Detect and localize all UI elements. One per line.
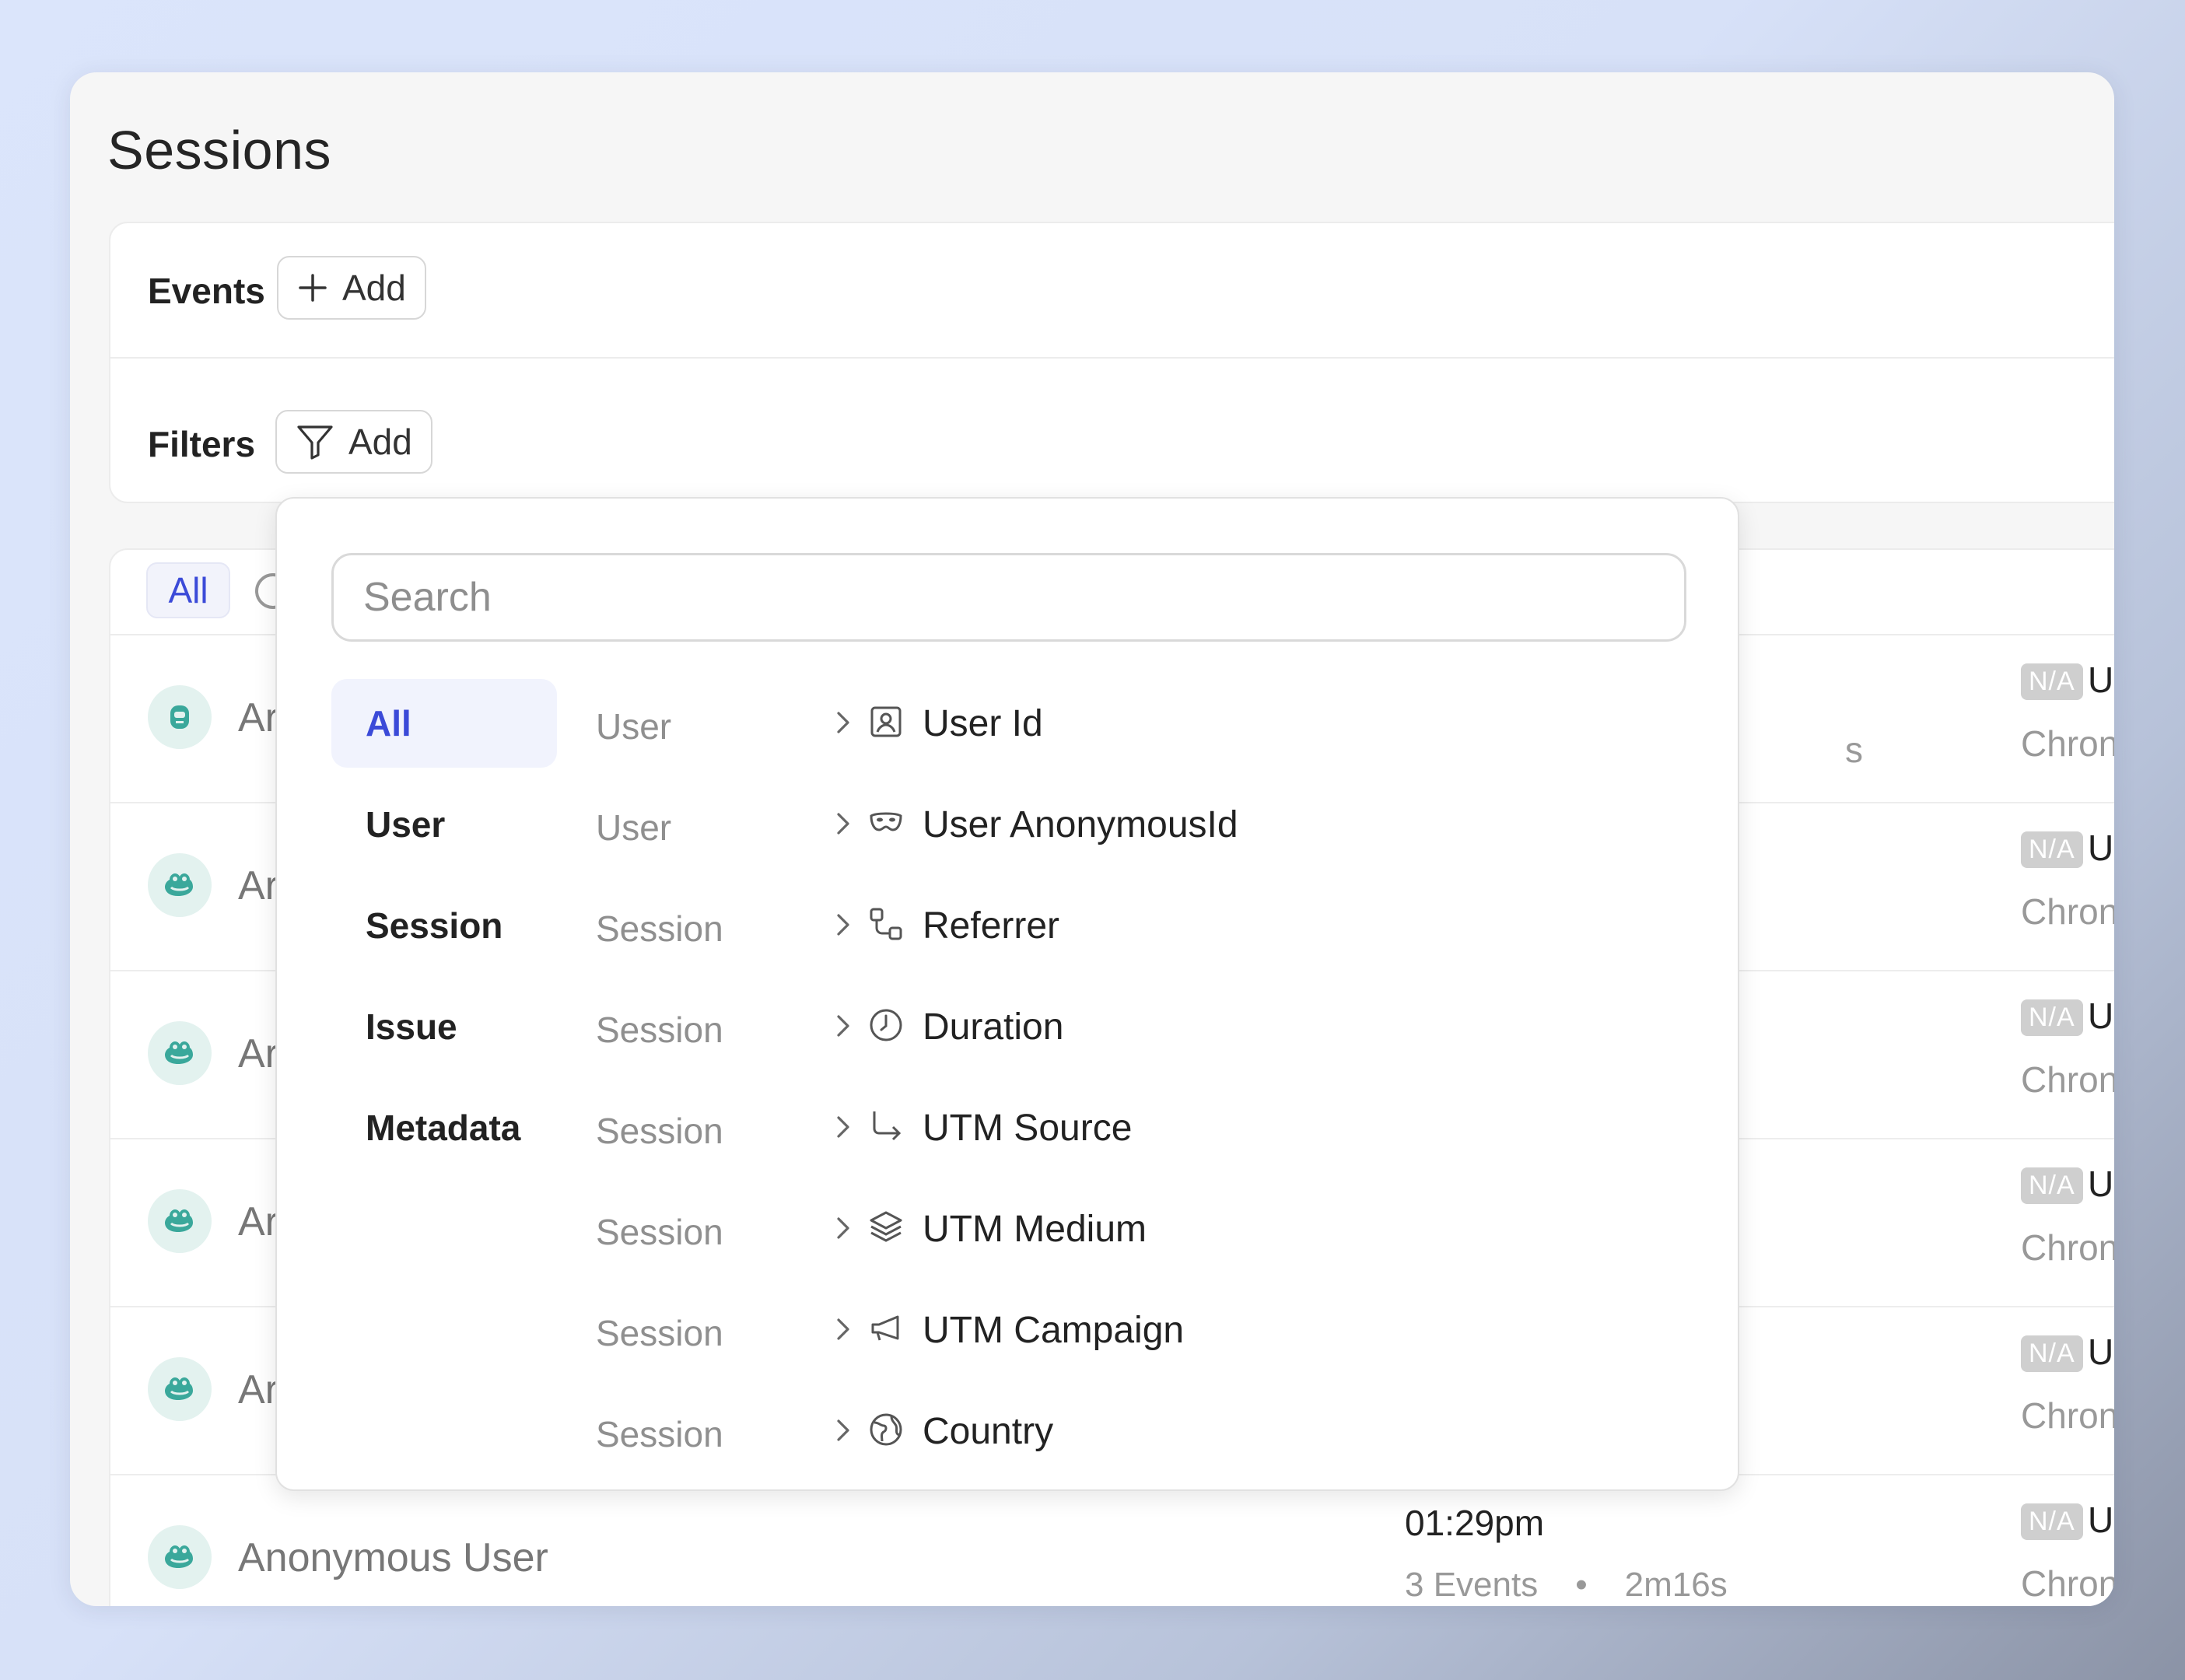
events-label: Events [148, 271, 265, 311]
category-session[interactable]: Session [331, 881, 557, 970]
property-group: Session [596, 908, 723, 949]
clock-icon [870, 1009, 902, 1041]
category-all[interactable]: All [331, 679, 557, 768]
plus-icon [299, 274, 327, 302]
property-label: User Id [923, 703, 1043, 744]
property-label: Country [923, 1411, 1054, 1452]
os-name: U [2088, 996, 2114, 1036]
filter-property-row[interactable]: Session UTM Source [596, 1083, 1685, 1172]
filters-label: Filters [148, 424, 256, 464]
referrer-icon [870, 908, 902, 940]
tab-all[interactable]: All [146, 562, 230, 618]
os-name: U [2088, 1500, 2114, 1540]
browser-name: Chron [2021, 891, 2114, 932]
session-row[interactable]: Anonymous User 01:29pm 3 Events • 2m16s N/A U C… [110, 1475, 2114, 1606]
mask-icon [870, 812, 902, 831]
add-event-button[interactable]: Add [277, 256, 426, 320]
os-na-badge: N/A [2021, 1503, 2083, 1540]
layers-icon [870, 1211, 902, 1242]
session-time: 01:29pm [1405, 1503, 1545, 1543]
os-na-badge: N/A [2021, 999, 2083, 1036]
os-name: U [2088, 828, 2114, 868]
add-filter-label: Add [348, 422, 412, 462]
browser-name: Chron [2021, 1395, 2114, 1436]
browser-name: Chron [2021, 723, 2114, 764]
arrow-corner-icon [873, 1111, 902, 1141]
partial-text: s [1845, 730, 1863, 770]
filter-property-row[interactable]: Session UTM Campaign [596, 1286, 1685, 1374]
filter-divider [110, 357, 2114, 359]
property-label: Duration [923, 1006, 1064, 1048]
page-title: Sessions [107, 120, 332, 180]
chevron-right-icon [837, 813, 849, 835]
megaphone-icon [871, 1315, 899, 1341]
user-id-icon [870, 706, 902, 737]
filter-search-input[interactable] [331, 553, 1686, 642]
category-issue[interactable]: Issue [331, 982, 557, 1071]
frog-avatar-icon [148, 1021, 212, 1085]
os-na-badge: N/A [2021, 663, 2083, 700]
category-metadata[interactable]: Metadata [331, 1083, 557, 1172]
session-user-name[interactable]: Ar [238, 1031, 278, 1077]
session-user-name[interactable]: Ar [238, 1199, 278, 1245]
session-duration: 2m16s [1624, 1566, 1728, 1604]
os-na-badge: N/A [2021, 1167, 2083, 1204]
property-group: Session [596, 1313, 723, 1353]
os-na-badge: N/A [2021, 831, 2083, 868]
session-meta: 3 Events • 2m16s [1405, 1566, 1728, 1605]
filter-property-row[interactable]: Session Country [596, 1387, 1685, 1475]
frog-avatar-icon [148, 853, 212, 917]
frog-avatar-icon [148, 1189, 212, 1253]
os-name: U [2088, 1164, 2114, 1204]
globe-icon [870, 1413, 902, 1446]
chevron-right-icon [837, 1015, 849, 1037]
chevron-right-icon [837, 1318, 849, 1340]
chevron-right-icon [837, 1217, 849, 1239]
filter-property-row[interactable]: Session Duration [596, 982, 1685, 1071]
property-group: Session [596, 1212, 723, 1252]
os-name: U [2088, 1332, 2114, 1372]
property-group: Session [596, 1010, 723, 1050]
filter-funnel-icon [297, 425, 333, 460]
property-group: User [596, 807, 672, 848]
frog-avatar-icon [148, 1525, 212, 1589]
property-label: User AnonymousId [923, 804, 1238, 845]
os-na-badge: N/A [2021, 1335, 2083, 1372]
browser-name: Chron [2021, 1227, 2114, 1268]
frog-avatar-icon [148, 1357, 212, 1421]
property-group: Session [596, 1414, 723, 1454]
chevron-right-icon [837, 1116, 849, 1138]
category-user[interactable]: User [331, 780, 557, 869]
property-label: UTM Source [923, 1108, 1133, 1149]
session-user-name[interactable]: Anonymous User [238, 1535, 548, 1581]
session-user-name[interactable]: Ar [238, 695, 278, 741]
session-user-name[interactable]: Ar [238, 1367, 278, 1413]
filter-card: Events Add Filters Add [109, 222, 2114, 503]
filter-property-row[interactable]: User User AnonymousId [596, 780, 1685, 869]
robot-avatar-icon [148, 685, 212, 749]
browser-name: Chron [2021, 1563, 2114, 1604]
os-name: U [2088, 660, 2114, 700]
session-user-name[interactable]: Ar [238, 863, 278, 909]
property-label: UTM Medium [923, 1209, 1147, 1250]
browser-name: Chron [2021, 1059, 2114, 1100]
chevron-right-icon [837, 712, 849, 733]
add-filter-button[interactable]: Add [275, 410, 432, 474]
chevron-right-icon [837, 914, 849, 936]
filter-dropdown: AllUserSessionIssueMetadata UserUser IdU… [275, 497, 1739, 1491]
property-group: User [596, 706, 672, 747]
property-label: Referrer [923, 905, 1060, 947]
meta-separator: • [1575, 1566, 1588, 1604]
filter-property-row[interactable]: Session UTM Medium [596, 1185, 1685, 1273]
filter-property-row[interactable]: Session Referrer [596, 881, 1685, 970]
filter-property-row[interactable]: User User Id [596, 679, 1685, 768]
property-group: Session [596, 1111, 723, 1151]
session-event-count: 3 Events [1405, 1566, 1539, 1604]
property-label: UTM Campaign [923, 1310, 1185, 1351]
chevron-right-icon [837, 1419, 849, 1441]
add-event-label: Add [342, 268, 406, 308]
